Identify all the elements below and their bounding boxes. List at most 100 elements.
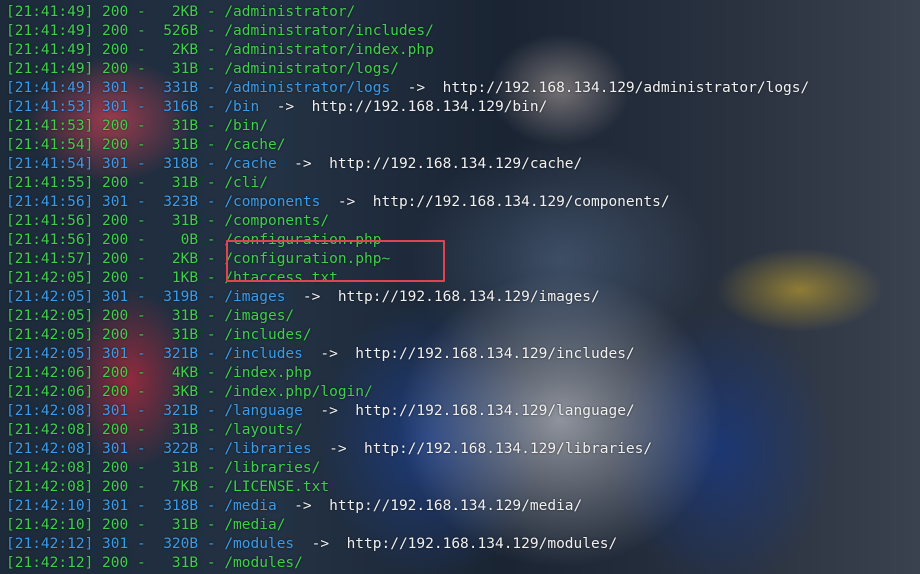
separator: - — [198, 80, 225, 96]
separator — [425, 80, 442, 96]
response-size: 2KB — [171, 4, 199, 20]
separator — [312, 441, 329, 457]
terminal-window[interactable]: [21:41:49] 200 - 2KB - /administrator/ [2… — [0, 0, 920, 574]
separator: - — [198, 327, 225, 343]
separator: - — [128, 498, 155, 514]
timestamp: [21:42:05] — [6, 270, 94, 286]
redirect-arrow: -> — [276, 99, 295, 115]
status-code: 301 — [102, 289, 129, 305]
status-code: 200 — [102, 23, 129, 39]
separator: - — [198, 517, 225, 533]
separator: - — [198, 460, 225, 476]
separator: - — [128, 23, 155, 39]
response-size: 31B — [171, 422, 199, 438]
timestamp: [21:41:55] — [6, 175, 94, 191]
separator — [294, 536, 311, 552]
timestamp: [21:42:10] — [6, 498, 94, 514]
separator — [277, 498, 294, 514]
request-path: /administrator/logs — [224, 80, 391, 96]
status-code: 301 — [102, 194, 129, 210]
separator: - — [198, 536, 225, 552]
response-size: 322B — [163, 441, 199, 457]
separator — [93, 346, 102, 362]
timestamp: [21:42:05] — [6, 289, 94, 305]
response-size: 31B — [171, 137, 199, 153]
separator: - — [198, 99, 225, 115]
separator: - — [128, 42, 155, 58]
status-code: 200 — [102, 118, 129, 134]
request-path: /images — [224, 289, 286, 305]
separator — [347, 441, 364, 457]
separator: - — [128, 175, 155, 191]
status-code: 200 — [102, 251, 129, 267]
response-size: 31B — [171, 308, 199, 324]
response-size: 319B — [163, 289, 199, 305]
request-path: /components/ — [224, 213, 330, 229]
status-code: 200 — [102, 213, 129, 229]
request-path: /language — [224, 403, 303, 419]
separator — [93, 422, 102, 438]
terminal-line: [21:42:05] 200 - 31B - /includes/ — [6, 326, 312, 345]
timestamp: [21:42:05] — [6, 308, 94, 324]
separator — [93, 270, 102, 286]
request-path: /index.php — [224, 365, 312, 381]
terminal-line: [21:41:56] 301 - 323B - /components -> h… — [6, 193, 670, 212]
separator: - — [128, 289, 155, 305]
separator — [93, 118, 102, 134]
separator: - — [198, 175, 225, 191]
redirect-arrow: -> — [294, 498, 312, 514]
separator — [338, 403, 355, 419]
timestamp: [21:41:49] — [6, 4, 94, 20]
timestamp: [21:42:06] — [6, 365, 94, 381]
separator — [294, 99, 311, 115]
timestamp: [21:42:06] — [6, 384, 94, 400]
separator: - — [128, 536, 155, 552]
status-code: 301 — [102, 536, 129, 552]
separator: - — [198, 308, 225, 324]
status-code: 200 — [102, 175, 129, 191]
timestamp: [21:41:49] — [6, 42, 94, 58]
request-path: /media — [224, 498, 277, 514]
status-code: 200 — [102, 61, 129, 77]
separator: - — [198, 137, 225, 153]
separator: - — [198, 118, 225, 134]
separator: - — [198, 42, 225, 58]
terminal-line: [21:42:05] 200 - 31B - /images/ — [6, 307, 294, 326]
response-size: 31B — [171, 555, 199, 571]
response-size: 526B — [163, 23, 199, 39]
separator: - — [198, 479, 225, 495]
separator — [93, 4, 102, 20]
response-size: 7KB — [171, 479, 199, 495]
separator — [93, 365, 102, 381]
request-path: /administrator/logs/ — [224, 61, 399, 77]
separator: - — [128, 194, 155, 210]
separator — [303, 403, 320, 419]
separator: - — [198, 23, 225, 39]
separator: - — [128, 555, 155, 571]
response-size: 31B — [171, 460, 199, 476]
separator — [277, 156, 294, 172]
separator: - — [198, 289, 225, 305]
status-code: 200 — [102, 365, 129, 381]
separator — [93, 308, 102, 324]
terminal-line: [21:42:05] 301 - 319B - /images -> http:… — [6, 288, 600, 307]
separator: - — [128, 137, 155, 153]
request-path: /layouts/ — [224, 422, 303, 438]
separator: - — [128, 80, 155, 96]
separator — [93, 80, 102, 96]
timestamp: [21:42:12] — [6, 555, 94, 571]
redirect-arrow: -> — [294, 156, 312, 172]
redirect-url: http://192.168.134.129/includes/ — [355, 346, 635, 362]
separator — [93, 517, 102, 533]
redirect-url: http://192.168.134.129/administrator/log… — [442, 80, 810, 96]
separator: - — [198, 4, 225, 20]
terminal-line: [21:41:53] 301 - 316B - /bin -> http://1… — [6, 98, 547, 117]
terminal-line: [21:41:55] 200 - 31B - /cli/ — [6, 174, 268, 193]
request-path: /administrator/ — [224, 4, 356, 20]
response-size: 1KB — [171, 270, 199, 286]
timestamp: [21:41:57] — [6, 251, 94, 267]
